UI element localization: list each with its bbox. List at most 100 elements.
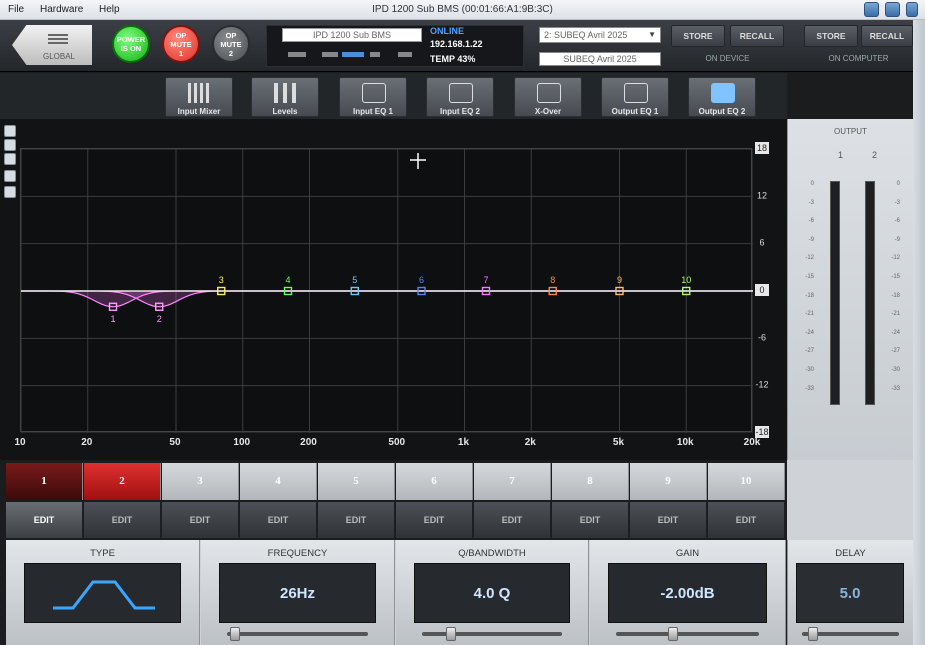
tab-label: Output EQ 2 <box>698 107 746 116</box>
meter-scale-label: -30 <box>805 367 814 373</box>
q-value[interactable]: 4.0 Q <box>414 563 570 623</box>
eq-icon <box>624 83 648 103</box>
band-3-button[interactable]: 3 <box>162 463 239 500</box>
preset-name-field[interactable]: SUBEQ Avril 2025 <box>539 52 661 66</box>
tab-label: Input EQ 2 <box>440 107 480 116</box>
op-mute-1-line1: OP <box>175 30 187 40</box>
meter-scale-label: -24 <box>891 329 900 336</box>
band-7-edit-button[interactable]: EDIT <box>474 502 551 538</box>
op-mute-2-line3: 2 <box>228 48 234 58</box>
y-tick-label: -12 <box>755 380 768 390</box>
output-spacer <box>787 460 913 540</box>
delay-slider-knob[interactable] <box>808 627 818 641</box>
maximize-button[interactable] <box>885 2 900 17</box>
band-7-button[interactable]: 7 <box>474 463 551 500</box>
tab-input-eq-2[interactable]: Input EQ 2 <box>426 77 494 117</box>
store-computer-button[interactable]: STORE <box>804 25 858 47</box>
band-1-button[interactable]: 1 <box>6 463 83 500</box>
frequency-slider-knob[interactable] <box>230 627 240 641</box>
meter-scale-label: -9 <box>808 236 814 243</box>
x-tick-label: 100 <box>233 437 250 448</box>
device-name-field[interactable]: IPD 1200 Sub BMS <box>282 28 422 42</box>
output-meter-1 <box>830 181 840 405</box>
meter-scale-label: -33 <box>891 385 900 392</box>
band-8-edit-button[interactable]: EDIT <box>552 502 629 538</box>
band-10-button[interactable]: 10 <box>708 463 785 500</box>
gain-slider-knob[interactable] <box>668 627 678 641</box>
q-slider[interactable] <box>422 632 562 636</box>
op-mute-2-line1: OP <box>225 30 237 40</box>
status-online: ONLINE <box>430 26 465 36</box>
output-ch1-label: 1 <box>838 150 844 160</box>
title-bar: File Hardware Help IPD 1200 Sub BMS (00:… <box>0 0 925 20</box>
global-button-label: GLOBAL <box>42 52 75 61</box>
x-tick-label: 20 <box>81 437 93 448</box>
meter-scale-label: -21 <box>891 311 900 318</box>
gain-slider[interactable] <box>616 632 759 636</box>
delay-value[interactable]: 5.0 <box>796 563 904 623</box>
close-button[interactable] <box>906 2 918 17</box>
frequency-value[interactable]: 26Hz <box>219 563 376 623</box>
gain-card: GAIN -2.00dB <box>590 540 786 645</box>
op-mute-2-button[interactable]: OP MUTE 2 <box>212 25 250 63</box>
power-line1: POWER <box>116 35 146 44</box>
tab-output-eq-2[interactable]: Output EQ 2 <box>688 77 756 117</box>
x-tick-label: 5k <box>613 437 625 448</box>
output-meter-panel: OUTPUT 1 2 0 -3 -6 -9 -12 -15 -18 -21 -24 -27 -30-… <box>787 119 913 460</box>
q-slider-knob[interactable] <box>446 627 456 641</box>
store-device-button[interactable]: STORE <box>671 25 725 47</box>
band-3-edit-button[interactable]: EDIT <box>162 502 239 538</box>
tab-label: X-Over <box>534 107 562 116</box>
power-button[interactable]: POWER IS ON <box>112 25 150 63</box>
type-display[interactable] <box>24 563 181 623</box>
tab-label: Input Mixer <box>177 107 221 116</box>
on-computer-label: ON COMPUTER <box>828 54 889 63</box>
edit-row: EDIT EDIT EDIT EDIT EDIT EDIT EDIT EDIT EDIT EDIT <box>6 502 786 538</box>
gain-value[interactable]: -2.00dB <box>608 563 767 623</box>
tab-x-over[interactable]: X-Over <box>514 77 582 117</box>
op-mute-1-button[interactable]: OP MUTE 1 <box>162 25 200 63</box>
tab-output-eq-1[interactable]: Output EQ 1 <box>601 77 669 117</box>
meter-scale-label: -6 <box>894 218 900 225</box>
tab-input-mixer[interactable]: Input Mixer <box>165 77 233 117</box>
meter-scale-label: -12 <box>891 255 900 262</box>
band-2-edit-button[interactable]: EDIT <box>84 502 161 538</box>
ip-address: 192.168.1.22 <box>430 39 483 49</box>
frequency-card: FREQUENCY 26Hz <box>201 540 395 645</box>
meter-scale-label: 0 <box>810 181 814 187</box>
omega-icon <box>370 52 380 57</box>
band-9-edit-button[interactable]: EDIT <box>630 502 707 538</box>
frequency-slider[interactable] <box>227 632 368 636</box>
band-2-button[interactable]: 2 <box>84 463 161 500</box>
x-tick-label: 20k <box>744 437 761 448</box>
x-tick-label: 500 <box>388 437 405 448</box>
preset-select[interactable]: 2: SUBEQ Avril 2025 ▼ <box>539 27 661 43</box>
x-tick-label: 10k <box>677 437 694 448</box>
delay-card: DELAY 5.0 <box>787 540 913 645</box>
band-1-edit-button[interactable]: EDIT <box>6 502 83 538</box>
tab-label: Input EQ 1 <box>353 107 393 116</box>
band-10-edit-button[interactable]: EDIT <box>708 502 785 538</box>
band-6-button[interactable]: 6 <box>396 463 473 500</box>
op-mute-1-line3: 1 <box>178 48 184 58</box>
meter-scale-label: 0 <box>896 181 900 187</box>
band-5-button[interactable]: 5 <box>318 463 395 500</box>
frequency-label: FREQUENCY <box>267 548 328 559</box>
band-5-edit-button[interactable]: EDIT <box>318 502 395 538</box>
app-window: File Hardware Help IPD 1200 Sub BMS (00:… <box>0 0 925 645</box>
band-6-edit-button[interactable]: EDIT <box>396 502 473 538</box>
minimize-button[interactable] <box>864 2 879 17</box>
meter-scale-label: -12 <box>805 255 814 262</box>
tab-input-eq-1[interactable]: Input EQ 1 <box>339 77 407 117</box>
recall-computer-button[interactable]: RECALL <box>861 25 913 47</box>
recall-device-button[interactable]: RECALL <box>730 25 784 47</box>
band-4-edit-button[interactable]: EDIT <box>240 502 317 538</box>
band-9-button[interactable]: 9 <box>630 463 707 500</box>
global-button[interactable]: GLOBAL <box>12 25 92 65</box>
band-4-button[interactable]: 4 <box>240 463 317 500</box>
meter-scale-label: -18 <box>805 292 814 299</box>
meter-scale-label: -33 <box>805 385 814 392</box>
band-8-button[interactable]: 8 <box>552 463 629 500</box>
select-tool-icon[interactable] <box>4 125 16 137</box>
tab-levels[interactable]: Levels <box>251 77 319 117</box>
